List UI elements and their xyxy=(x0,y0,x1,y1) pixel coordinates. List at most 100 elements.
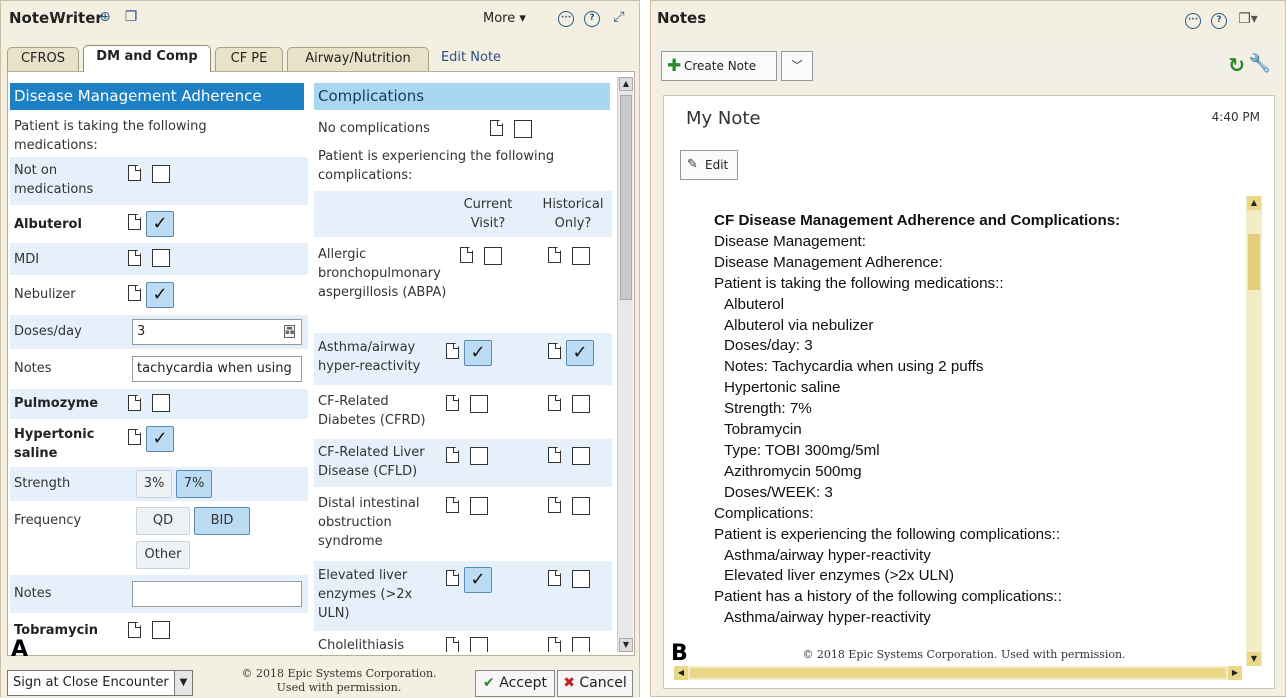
hypertonic-checkbox[interactable]: ✓ xyxy=(146,426,174,452)
edit-button[interactable]: ✎ Edit xyxy=(680,150,738,180)
tab-dm-and-comp[interactable]: DM and Comp xyxy=(83,45,211,72)
document-icon[interactable] xyxy=(128,214,141,230)
sign-select[interactable]: Sign at Close Encounter ▼ xyxy=(7,670,193,696)
document-icon[interactable] xyxy=(548,395,561,411)
form-scrollbar[interactable]: ▲ ▼ xyxy=(617,77,633,652)
pulmozyme-checkbox[interactable] xyxy=(152,394,170,412)
document-icon[interactable] xyxy=(446,343,459,359)
tobramycin-checkbox[interactable] xyxy=(152,621,170,639)
notewriter-footer: Sign at Close Encounter ▼ © 2018 Epic Sy… xyxy=(1,661,639,698)
row-tobramycin: Tobramycin xyxy=(10,615,308,647)
more-menu[interactable]: More ▾ xyxy=(483,11,526,26)
hypertonic-label: Hypertonic saline xyxy=(14,427,95,461)
document-icon[interactable] xyxy=(128,285,141,301)
note-line: Patient is taking the following medicati… xyxy=(714,274,1004,292)
calculator-icon[interactable]: ▬ ▪▪ xyxy=(284,325,295,338)
note-line: Albuterol via nebulizer xyxy=(724,316,874,334)
chevron-down-icon[interactable]: ▼ xyxy=(174,671,192,695)
abpa-historical-checkbox[interactable] xyxy=(572,247,590,265)
scroll-thumb[interactable] xyxy=(1248,234,1260,290)
note-horizontal-scrollbar[interactable]: ◀ ▶ xyxy=(674,666,1242,680)
copy-icon[interactable]: ❐ xyxy=(123,9,139,25)
help-icon[interactable]: ? xyxy=(1211,13,1227,29)
elevated-liver-current-checkbox[interactable]: ✓ xyxy=(464,567,492,593)
frequency-option-bid[interactable]: BID xyxy=(194,507,250,535)
scroll-up-arrow[interactable]: ▲ xyxy=(619,77,633,91)
document-icon[interactable] xyxy=(548,447,561,463)
tab-cf-pe[interactable]: CF PE xyxy=(215,47,283,71)
cfld-historical-checkbox[interactable] xyxy=(572,447,590,465)
strength-option-3[interactable]: 3% xyxy=(136,470,172,498)
frequency-option-other[interactable]: Other xyxy=(136,541,190,569)
create-note-button[interactable]: ✚ Create Note xyxy=(661,51,777,81)
scroll-up-arrow[interactable]: ▲ xyxy=(1247,196,1261,210)
document-icon[interactable] xyxy=(490,120,503,136)
scroll-right-arrow[interactable]: ▶ xyxy=(1228,666,1242,680)
window-menu-icon[interactable]: ❐▾ xyxy=(1235,11,1261,27)
accept-button[interactable]: ✔ Accept xyxy=(475,670,555,697)
cfld-current-checkbox[interactable] xyxy=(470,447,488,465)
scroll-thumb[interactable] xyxy=(620,95,632,300)
note-line: Hypertonic saline xyxy=(724,379,841,397)
asthma-historical-checkbox[interactable]: ✓ xyxy=(566,340,594,366)
options-icon[interactable]: ··· xyxy=(1185,13,1201,29)
document-icon[interactable] xyxy=(548,497,561,513)
frequency-option-qd[interactable]: QD xyxy=(136,507,190,535)
doses-input[interactable]: 3 xyxy=(132,319,302,345)
add-note-icon[interactable]: ⊕ xyxy=(97,9,113,25)
mdi-checkbox[interactable] xyxy=(152,249,170,267)
document-icon[interactable] xyxy=(128,250,141,266)
refresh-icon[interactable]: ↻ xyxy=(1228,53,1245,77)
elevated-liver-historical-checkbox[interactable] xyxy=(572,570,590,588)
cfrd-current-checkbox[interactable] xyxy=(470,395,488,413)
disease-management-section: Disease Management Adherence Patient is … xyxy=(10,77,310,652)
document-icon[interactable] xyxy=(446,447,459,463)
note-vertical-scrollbar[interactable]: ▲ ▼ xyxy=(1246,196,1262,666)
tab-airway-nutrition[interactable]: Airway/Nutrition xyxy=(287,47,429,71)
tab-edit-note[interactable]: Edit Note xyxy=(431,47,511,71)
cholelithiasis-current-checkbox[interactable] xyxy=(470,637,488,652)
document-icon[interactable] xyxy=(548,343,561,359)
not-on-meds-checkbox[interactable] xyxy=(152,165,170,183)
cholelithiasis-historical-checkbox[interactable] xyxy=(572,637,590,652)
notes-2-input[interactable] xyxy=(132,581,302,607)
copyright-notice: © 2018 Epic Systems Corporation. Used wi… xyxy=(213,667,465,695)
document-icon[interactable] xyxy=(446,497,459,513)
dios-historical-checkbox[interactable] xyxy=(572,497,590,515)
document-icon[interactable] xyxy=(128,622,141,638)
document-icon[interactable] xyxy=(460,247,473,263)
abpa-current-checkbox[interactable] xyxy=(484,247,502,265)
asthma-current-checkbox[interactable]: ✓ xyxy=(464,340,492,366)
dios-current-checkbox[interactable] xyxy=(470,497,488,515)
help-icon[interactable]: ? xyxy=(584,11,600,27)
document-icon[interactable] xyxy=(446,395,459,411)
close-icon: ✖ xyxy=(563,675,575,691)
nebulizer-checkbox[interactable]: ✓ xyxy=(146,282,174,308)
not-on-meds-label: Not on medications xyxy=(14,163,94,197)
expand-icon[interactable]: ⤢ xyxy=(611,9,627,25)
document-icon[interactable] xyxy=(128,395,141,411)
document-icon[interactable] xyxy=(548,570,561,586)
scroll-left-arrow[interactable]: ◀ xyxy=(674,666,688,680)
scroll-thumb[interactable] xyxy=(690,668,1226,678)
cancel-button[interactable]: ✖ Cancel xyxy=(557,670,633,697)
no-complications-checkbox[interactable] xyxy=(514,120,532,138)
wrench-icon[interactable]: 🔧 xyxy=(1249,53,1271,74)
cfrd-historical-checkbox[interactable] xyxy=(572,395,590,413)
document-icon[interactable] xyxy=(446,570,459,586)
notes-input[interactable]: tachycardia when using xyxy=(132,356,302,382)
chevron-down-icon: ﹀ xyxy=(791,59,803,72)
document-icon[interactable] xyxy=(548,637,561,652)
strength-option-7[interactable]: 7% xyxy=(176,470,212,498)
scroll-down-arrow[interactable]: ▼ xyxy=(619,638,633,652)
document-icon[interactable] xyxy=(128,165,141,181)
scroll-down-arrow[interactable]: ▼ xyxy=(1247,652,1261,666)
document-icon[interactable] xyxy=(548,247,561,263)
options-icon[interactable]: ··· xyxy=(558,11,574,27)
create-note-dropdown[interactable]: ﹀ xyxy=(781,51,813,81)
document-icon[interactable] xyxy=(128,429,141,445)
document-icon[interactable] xyxy=(446,637,459,652)
tab-cfros[interactable]: CFROS xyxy=(7,47,79,71)
albuterol-checkbox[interactable]: ✓ xyxy=(146,211,174,237)
row-mdi: MDI xyxy=(10,243,308,275)
